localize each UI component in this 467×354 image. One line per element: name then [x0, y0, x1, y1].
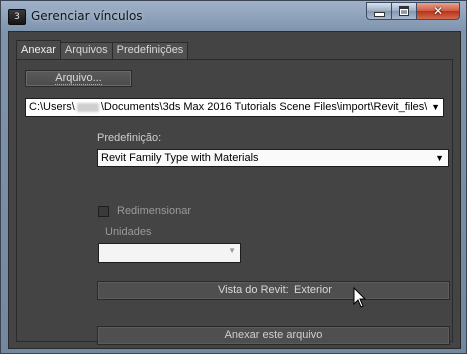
- window-controls: ✕: [366, 2, 460, 21]
- title-bar[interactable]: 3 Gerenciar vínculos ✕: [1, 1, 466, 31]
- tab-anexar[interactable]: Anexar: [16, 40, 61, 59]
- tab-predefinicoes[interactable]: Predefinições: [112, 42, 189, 59]
- chevron-down-icon: ▼: [435, 153, 444, 163]
- file-button-label: Arquivo...: [55, 72, 102, 85]
- app-icon[interactable]: 3: [8, 9, 26, 25]
- path-suffix: \Documents\3ds Max 2016 Tutorials Scene …: [100, 101, 427, 113]
- mouse-cursor-icon: [353, 287, 367, 308]
- file-path-text: C:\Users\ \Documents\3ds Max 2016 Tutoria…: [29, 99, 427, 116]
- chevron-down-icon: ▼: [228, 246, 236, 255]
- window-title: Gerenciar vínculos: [31, 9, 143, 23]
- attach-panel: Arquivo... C:\Users\ \Documents\3ds Max 2…: [16, 59, 453, 345]
- revit-view-value: Exterior: [294, 284, 332, 296]
- resize-label: Redimensionar: [117, 205, 191, 217]
- units-dropdown[interactable]: ▼: [98, 243, 241, 263]
- close-button[interactable]: ✕: [417, 2, 460, 20]
- close-icon: ✕: [432, 4, 444, 18]
- minimize-icon: [373, 11, 385, 17]
- maximize-icon: [399, 6, 409, 16]
- redacted-username: [76, 102, 99, 112]
- dialog-client-area: Anexar Arquivos Predefinições Arquivo...…: [8, 31, 461, 349]
- units-label: Unidades: [105, 226, 152, 238]
- maximize-button[interactable]: [392, 2, 417, 20]
- revit-view-label: Vista do Revit:: [218, 284, 289, 296]
- preset-dropdown[interactable]: Revit Family Type with Materials ▼: [97, 149, 449, 167]
- file-button[interactable]: Arquivo...: [25, 70, 132, 87]
- file-path-dropdown[interactable]: C:\Users\ \Documents\3ds Max 2016 Tutoria…: [25, 98, 444, 117]
- attach-file-button[interactable]: Anexar este arquivo: [97, 326, 450, 345]
- revit-view-field[interactable]: Vista do Revit: Exterior: [97, 281, 450, 300]
- tab-arquivos[interactable]: Arquivos: [60, 42, 113, 59]
- chevron-down-icon[interactable]: ▼: [431, 99, 440, 116]
- tab-bar: Anexar Arquivos Predefinições: [16, 40, 189, 59]
- preset-value: Revit Family Type with Materials: [101, 152, 259, 164]
- resize-checkbox[interactable]: [98, 206, 109, 217]
- attach-file-button-label: Anexar este arquivo: [224, 329, 323, 341]
- manage-links-window: 3 Gerenciar vínculos ✕ Anexar Arquivos P…: [0, 0, 467, 354]
- path-prefix: C:\Users\: [29, 101, 75, 113]
- preset-label: Predefinição:: [97, 132, 162, 144]
- minimize-button[interactable]: [366, 2, 392, 20]
